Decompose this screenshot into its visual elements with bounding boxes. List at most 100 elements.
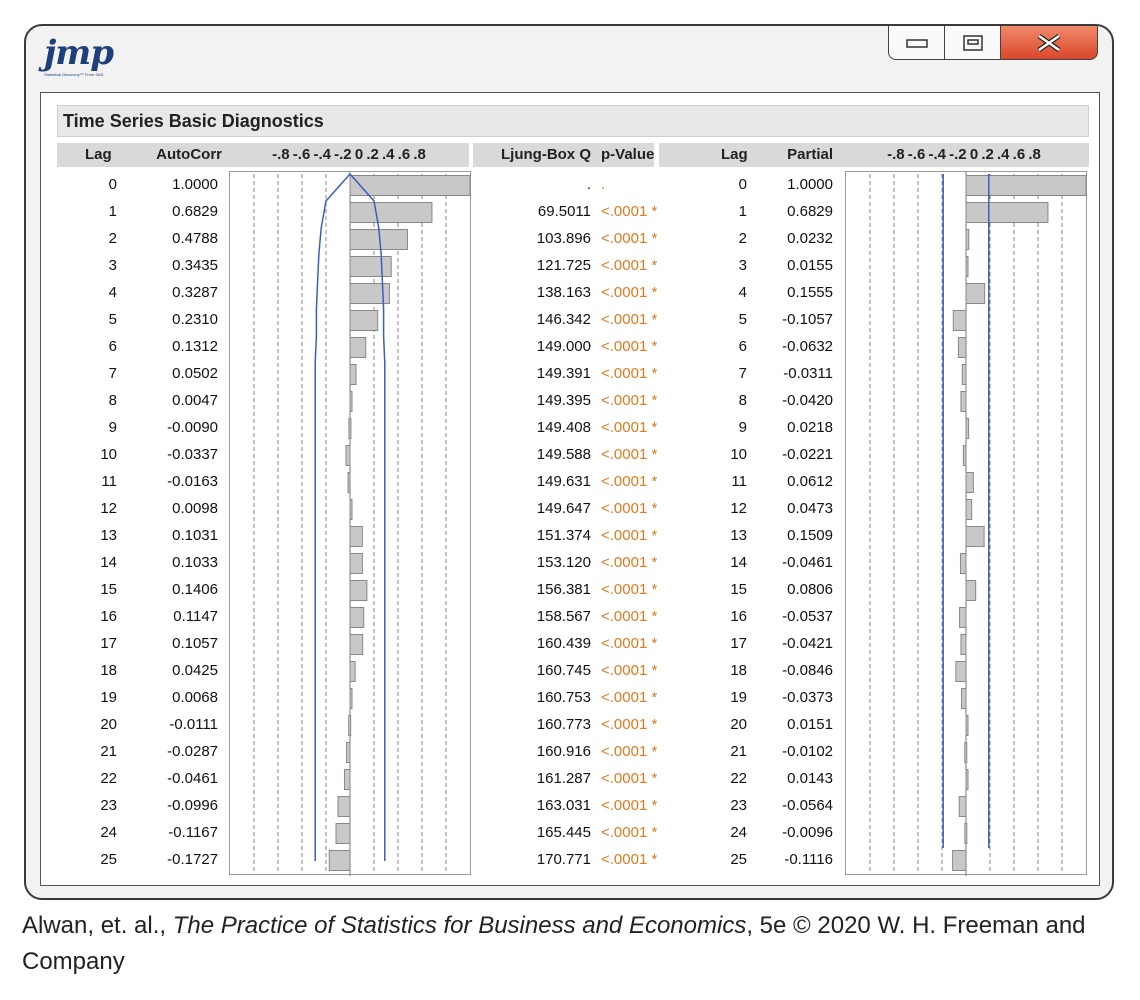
header-partial: Partial — [787, 146, 833, 163]
autocorr-cell: -0.0461 — [167, 770, 218, 787]
maximize-icon — [962, 34, 983, 51]
close-icon — [1037, 33, 1061, 52]
ljung-box-cell: 161.287 — [536, 770, 591, 787]
p-value-cell: <.0001 * — [601, 365, 658, 382]
correlation-bar — [959, 553, 967, 574]
ljung-box-cell: 158.567 — [536, 608, 591, 625]
correlation-bar — [349, 202, 433, 223]
header-autocorr-axis: -.8 -.6 -.4 -.2 0 .2 .4 .6 .8 — [272, 146, 426, 163]
partial-lag-cell: 19 — [730, 689, 747, 706]
partial-cell: -0.0420 — [782, 392, 833, 409]
ljung-box-cell: 153.120 — [536, 554, 591, 571]
correlation-bar — [961, 688, 967, 709]
correlation-bar — [965, 580, 977, 601]
lag-cell: 12 — [100, 500, 117, 517]
minimize-button[interactable] — [888, 26, 944, 60]
p-value-cell: <.0001 * — [601, 635, 658, 652]
autocorr-cell: -0.0287 — [167, 743, 218, 760]
p-value-cell: <.0001 * — [601, 797, 658, 814]
p-value-cell: <.0001 * — [601, 500, 658, 517]
autocorr-cell: -0.1167 — [168, 824, 218, 841]
lag-cell: 11 — [101, 473, 117, 490]
p-value-cell: <.0001 * — [601, 743, 658, 760]
correlation-bar — [328, 850, 351, 871]
autocorr-plot — [229, 171, 471, 876]
partial-lag-cell: 24 — [730, 824, 747, 841]
partial-cell: -0.0537 — [782, 608, 833, 625]
lag-cell: 9 — [108, 419, 117, 436]
partial-lag-cell: 20 — [730, 716, 747, 733]
partial-cell: -0.0221 — [782, 446, 833, 463]
autocorr-cell: -0.0996 — [167, 797, 218, 814]
ljung-box-cell: 149.408 — [536, 419, 591, 436]
partial-lag-cell: 1 — [738, 203, 747, 220]
partial-cell: 0.6829 — [787, 203, 833, 220]
correlation-bar — [952, 310, 967, 331]
lag-cell: 15 — [100, 581, 117, 598]
caption-book-title: The Practice of Statistics for Business … — [172, 912, 747, 939]
lag-cell: 19 — [100, 689, 117, 706]
autocorr-cell: 0.1147 — [173, 608, 218, 625]
p-value-cell: <.0001 * — [601, 203, 658, 220]
logo-text: jmp — [44, 33, 114, 73]
correlation-bar — [965, 418, 970, 439]
p-value-cell: <.0001 * — [601, 257, 658, 274]
ljung-box-cell: 121.725 — [536, 257, 591, 274]
partial-cell: 0.0806 — [787, 581, 833, 598]
lag-cell: 17 — [100, 635, 117, 652]
partial-lag-cell: 8 — [738, 392, 747, 409]
correlation-bar — [348, 715, 352, 736]
autocorr-cell: 0.6829 — [172, 203, 218, 220]
correlation-bar — [349, 634, 364, 655]
correlation-bar — [961, 364, 967, 385]
correlation-bar — [957, 337, 967, 358]
ljung-box-cell: 138.163 — [536, 284, 591, 301]
partial-cell: -0.0373 — [782, 689, 833, 706]
partial-cell: -0.0564 — [782, 797, 833, 814]
close-button[interactable] — [1000, 26, 1098, 60]
correlation-bar — [965, 499, 973, 520]
jmp-window: jmp Statistical Discovery™ From SAS Time… — [24, 24, 1114, 900]
correlation-bar — [960, 391, 967, 412]
ljung-box-cell: 149.000 — [536, 338, 591, 355]
partial-lag-cell: 2 — [738, 230, 747, 247]
correlation-bar — [349, 499, 353, 520]
partial-lag-cell: 6 — [738, 338, 747, 355]
autocorr-cell: 0.0098 — [172, 500, 218, 517]
correlation-bar — [337, 796, 351, 817]
autocorr-cell: 0.1031 — [172, 527, 218, 544]
correlation-bar — [349, 661, 356, 682]
correlation-bar — [349, 310, 379, 331]
lag-cell: 10 — [100, 446, 117, 463]
partial-chart-svg — [869, 172, 1087, 876]
p-value-cell: <.0001 * — [601, 392, 658, 409]
p-value-cell: <.0001 * — [601, 770, 658, 787]
ljung-box-cell: 151.374 — [536, 527, 591, 544]
partial-lag-cell: 21 — [730, 743, 747, 760]
partial-cell: -0.0096 — [782, 824, 833, 841]
source-caption: Alwan, et. al., The Practice of Statisti… — [22, 908, 1122, 980]
window-controls — [888, 26, 1098, 60]
partial-cell: -0.0846 — [782, 662, 833, 679]
p-value-cell: <.0001 * — [601, 824, 658, 841]
p-value-cell: <.0001 * — [601, 662, 658, 679]
report-title[interactable]: Time Series Basic Diagnostics — [57, 105, 1089, 137]
correlation-bar — [349, 337, 367, 358]
ljung-box-cell: 170.771 — [536, 851, 591, 868]
lag-cell: 16 — [100, 608, 117, 625]
lag-cell: 24 — [100, 824, 117, 841]
p-value-cell: <.0001 * — [601, 716, 658, 733]
ljung-box-cell: 163.031 — [536, 797, 591, 814]
ljung-box-cell: 160.745 — [536, 662, 591, 679]
correlation-bar — [965, 715, 969, 736]
lag-cell: 5 — [108, 311, 117, 328]
correlation-bar — [964, 742, 968, 763]
maximize-button[interactable] — [944, 26, 1000, 60]
partial-cell: -0.0311 — [783, 365, 833, 382]
partial-cell: 0.0155 — [787, 257, 833, 274]
lag-cell: 21 — [100, 743, 117, 760]
partial-cell: -0.0632 — [782, 338, 833, 355]
ljung-box-cell: 149.588 — [536, 446, 591, 463]
lag-cell: 8 — [108, 392, 117, 409]
ljung-box-cell: 156.381 — [536, 581, 591, 598]
